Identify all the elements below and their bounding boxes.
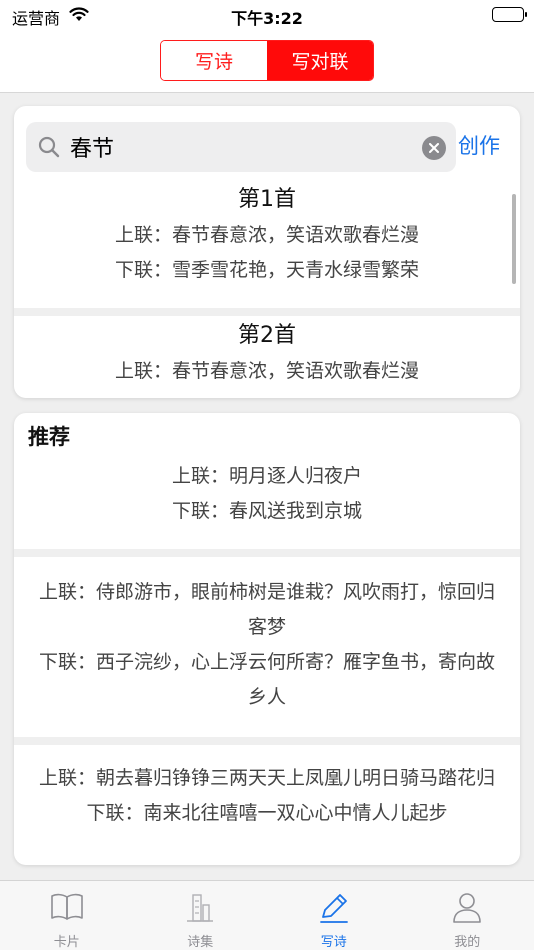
recommend-title: 推荐 <box>28 425 70 449</box>
recommend-lower-line: 下联：南来北往嘻嘻一双心心中情人儿起步 <box>86 802 448 824</box>
result-title: 第1首 <box>238 187 296 212</box>
status-bar: 运营商 下午3:22 <box>0 0 534 30</box>
recommend-separator <box>14 737 520 745</box>
pencil-icon <box>317 891 351 929</box>
result-upper-line: 上联：春节春意浓，笑语欢歌春烂漫 <box>114 360 419 382</box>
mode-segmented-control: 写诗 写对联 <box>160 40 374 81</box>
book-icon <box>50 891 84 927</box>
create-button[interactable]: 创作 <box>458 130 500 160</box>
tab-label: 诗集 <box>187 935 214 950</box>
pavilion-icon <box>183 891 217 929</box>
search-icon <box>38 136 60 162</box>
clock-time: 下午3:22 <box>231 9 303 28</box>
result-upper-line: 上联：春节春意浓，笑语欢歌春烂漫 <box>114 224 419 246</box>
person-icon <box>450 891 484 929</box>
segment-write-poem[interactable]: 写诗 <box>161 41 267 80</box>
tab-label: 写诗 <box>320 935 347 950</box>
recommend-item[interactable]: 上联：侍郎游市，眼前柿树是谁栽？风吹雨打，惊回归客梦 下联：西子浣纱，心上浮云何… <box>14 575 520 715</box>
recommend-item[interactable]: 上联：朝去暮归铮铮三两天天上凤凰儿明日骑马踏花归 下联：南来北往嘻嘻一双心心中情… <box>14 761 520 831</box>
tab-label: 卡片 <box>53 935 80 950</box>
recommend-upper-line: 上联：明月逐人归夜户 <box>171 465 362 487</box>
results-scrollbar[interactable] <box>512 194 516 284</box>
recommend-upper-line: 上联：侍郎游市，眼前柿树是谁栽？风吹雨打，惊回归客梦 <box>38 581 495 638</box>
recommend-upper-line: 上联：朝去暮归铮铮三两天天上凤凰儿明日骑马踏花归 <box>38 767 495 789</box>
recommend-item[interactable]: 上联：明月逐人归夜户 下联：春风送我到京城 <box>14 459 520 529</box>
result-item[interactable]: 第2首 上联：春节春意浓，笑语欢歌春烂漫 <box>14 318 520 389</box>
tab-collections[interactable]: 诗集 <box>134 881 268 950</box>
tab-cards[interactable]: 卡片 <box>0 881 134 950</box>
tab-bar: 卡片 诗集 写诗 我的 <box>0 880 534 950</box>
search-bar <box>26 122 456 172</box>
result-item[interactable]: 第1首 上联：春节春意浓，笑语欢歌春烂漫 下联：雪季雪花艳，天青水绿雪繁荣 <box>14 182 520 288</box>
result-lower-line: 下联：雪季雪花艳，天青水绿雪繁荣 <box>114 259 419 281</box>
recommend-card: 推荐 上联：明月逐人归夜户 下联：春风送我到京城 上联：侍郎游市，眼前柿树是谁栽… <box>14 413 520 865</box>
search-input[interactable] <box>70 131 400 163</box>
battery-icon <box>492 7 527 22</box>
tab-label: 我的 <box>454 935 481 950</box>
recommend-separator <box>14 549 520 557</box>
tab-write-poem[interactable]: 写诗 <box>267 881 401 950</box>
search-result-card: 创作 第1首 上联：春节春意浓，笑语欢歌春烂漫 下联：雪季雪花艳，天青水绿雪繁荣… <box>14 106 520 398</box>
tab-profile[interactable]: 我的 <box>401 881 534 950</box>
recommend-lower-line: 下联：春风送我到京城 <box>171 500 362 522</box>
result-separator <box>14 308 520 316</box>
result-title: 第2首 <box>238 323 296 348</box>
segment-write-couplet[interactable]: 写对联 <box>267 41 373 80</box>
recommend-lower-line: 下联：西子浣纱，心上浮云何所寄？雁字鱼书，寄向故乡人 <box>38 651 495 708</box>
clear-search-icon[interactable] <box>422 136 446 160</box>
